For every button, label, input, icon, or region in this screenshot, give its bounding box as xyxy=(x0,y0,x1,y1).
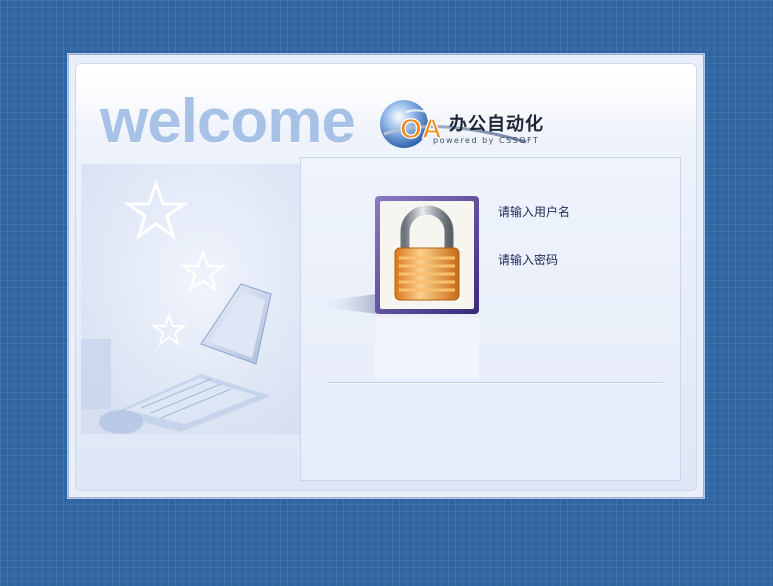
login-window: welcome OA 办公自动化 powered by CSSOFT 请输入用户… xyxy=(67,53,705,499)
form-divider xyxy=(327,382,663,384)
password-label: 请输入密码 xyxy=(498,253,559,267)
product-name: 办公自动化 xyxy=(449,114,544,134)
username-label: 请输入用户名 xyxy=(498,205,571,219)
padlock-icon xyxy=(315,196,479,378)
login-panel: welcome OA 办公自动化 powered by CSSOFT 请输入用户… xyxy=(75,63,697,491)
computer-stars-illustration xyxy=(81,164,301,434)
powered-by: powered by CSSOFT xyxy=(433,136,540,145)
login-form: 请输入用户名 请输入密码 xyxy=(300,157,681,481)
welcome-heading: welcome xyxy=(100,87,356,156)
